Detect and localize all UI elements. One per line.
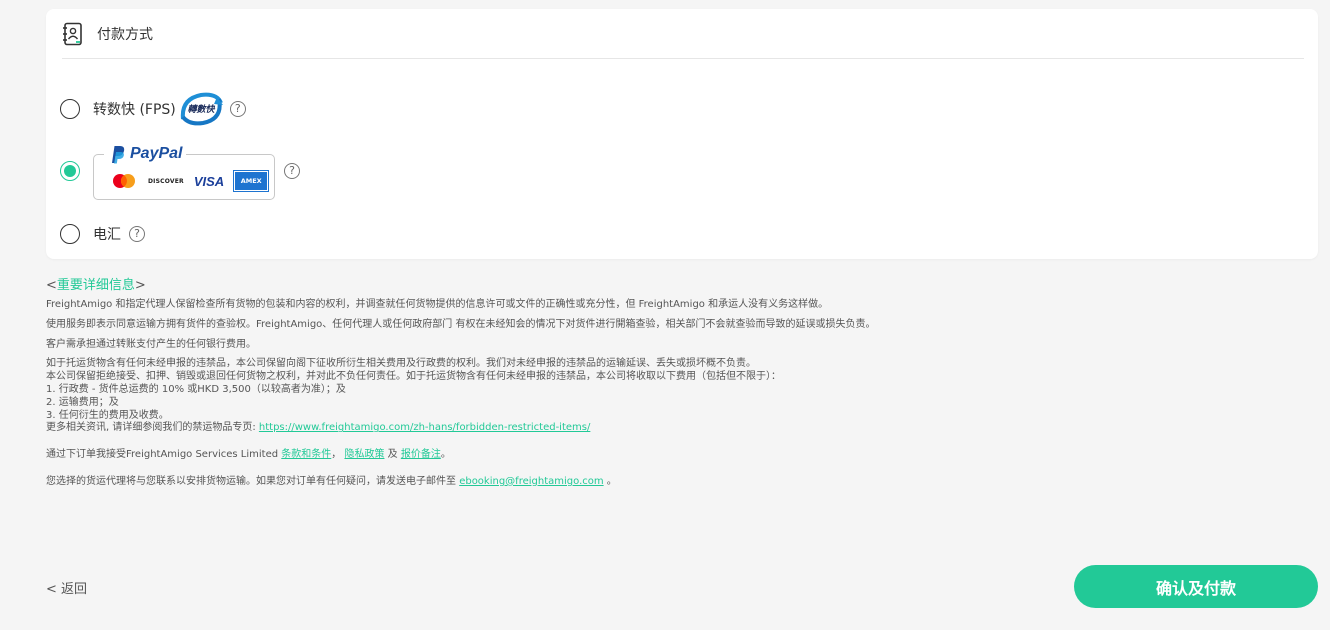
forbidden-items-link[interactable]: https://www.freightamigo.com/zh-hans/for… [259, 422, 590, 433]
discover-logo: DISCOVER [148, 177, 184, 185]
heading-open: < [46, 278, 57, 293]
terms-link[interactable]: 条款和条件 [281, 449, 331, 460]
info-heading: <重要详细信息> [46, 274, 1306, 293]
contraband-line-1: 如于托运货物含有任何未经申报的违禁品，本公司保留向阁下征收所衍生相关费用及行政费… [46, 358, 756, 370]
visa-logo: VISA [193, 173, 225, 189]
heading-text: 重要详细信息 [56, 278, 135, 293]
quote-notes-link[interactable]: 报价备注 [401, 449, 441, 460]
more-info-line: 更多相关资讯, 请详细参阅我们的禁运物品专页: https://www.frei… [46, 422, 1306, 435]
amex-logo: AMEX [233, 170, 270, 192]
contact-end: 。 [603, 475, 617, 487]
fps-label: 转数快 (FPS) [93, 102, 176, 118]
payment-option-wire[interactable]: 电汇 ? [60, 224, 145, 244]
payment-option-paypal[interactable] [60, 161, 80, 181]
payment-method-card: 付款方式 转数快 (FPS) 轉數快 ? PayPal DISCOVER VIS… [46, 9, 1318, 259]
info-paragraph-1: FreightAmigo 和指定代理人保留检查所有货物的包装和内容的权利，并调查… [46, 299, 829, 310]
more-prefix: 更多相关资讯, 请详细参阅我们的禁运物品专页: [46, 422, 259, 434]
paypal-help-icon[interactable]: ? [284, 163, 300, 179]
paypal-p-icon [112, 146, 125, 164]
payment-option-fps[interactable]: 转数快 (FPS) 轉數快 ? [60, 89, 246, 129]
wire-help-icon[interactable]: ? [129, 226, 145, 242]
paypal-brand-text: PayPal [130, 145, 183, 162]
info-paragraph-2: 使用服务即表示同意运输方拥有货件的查验权。FreightAmigo、任何代理人或… [46, 318, 876, 330]
fps-help-icon[interactable]: ? [229, 101, 246, 117]
fps-logo: 轉數快 [179, 89, 223, 129]
card-brands-row: DISCOVER VISA AMEX [110, 170, 278, 192]
contact-line: 您选择的货运代理将与您联系以安排货物运输。如果您对订单有任何疑问，请发送电子邮件… [46, 476, 1306, 489]
terms-prefix: 通过下订单我接受FreightAmigo Services Limited [46, 449, 282, 461]
terms-sep: ， [331, 449, 342, 461]
wire-radio[interactable] [60, 224, 80, 244]
contraband-line-2: 本公司保留拒绝接受、扣押、销毁或退回任何货物之权利，并对此不负任何责任。如于托运… [46, 371, 781, 383]
paypal-logo: PayPal [104, 142, 187, 166]
terms-end: 。 [440, 449, 451, 461]
terms-line: 通过下订单我接受FreightAmigo Services Limited 条款… [46, 449, 1306, 462]
info-paragraph-3: 客户需承担通过转账支付产生的任何银行费用。 [46, 338, 256, 350]
contraband-line-5: 3. 任何衍生的费用及收费。 [46, 409, 169, 421]
privacy-link[interactable]: 隐私政策 [344, 449, 384, 460]
card-title: 付款方式 [97, 26, 153, 43]
contraband-line-3: 1. 行政费 - 货件总运费的 10% 或HKD 3,500（以较高者为准）；及 [46, 383, 346, 395]
fps-radio[interactable] [60, 99, 80, 119]
payment-book-icon [62, 21, 84, 47]
contact-email-link[interactable]: ebooking@freightamigo.com [459, 476, 603, 487]
confirm-pay-button[interactable]: 确认及付款 [1074, 565, 1318, 608]
and-text: 及 [384, 449, 401, 461]
back-link[interactable]: < 返回 [46, 578, 87, 597]
card-header: 付款方式 [62, 9, 1304, 59]
fps-logo-text: 轉數快 [187, 104, 215, 115]
mastercard-icon [110, 172, 138, 190]
important-info-section: <重要详细信息> FreightAmigo 和指定代理人保留检查所有货物的包装和… [46, 274, 1306, 489]
heading-close: > [134, 278, 146, 293]
paypal-radio[interactable] [60, 161, 80, 181]
wire-label: 电汇 [93, 227, 121, 243]
contact-prefix: 您选择的货运代理将与您联系以安排货物运输。如果您对订单有任何疑问，请发送电子邮件… [46, 475, 460, 487]
radio-selected-dot [64, 165, 76, 177]
contraband-line-4: 2. 运输费用；及 [46, 396, 119, 408]
